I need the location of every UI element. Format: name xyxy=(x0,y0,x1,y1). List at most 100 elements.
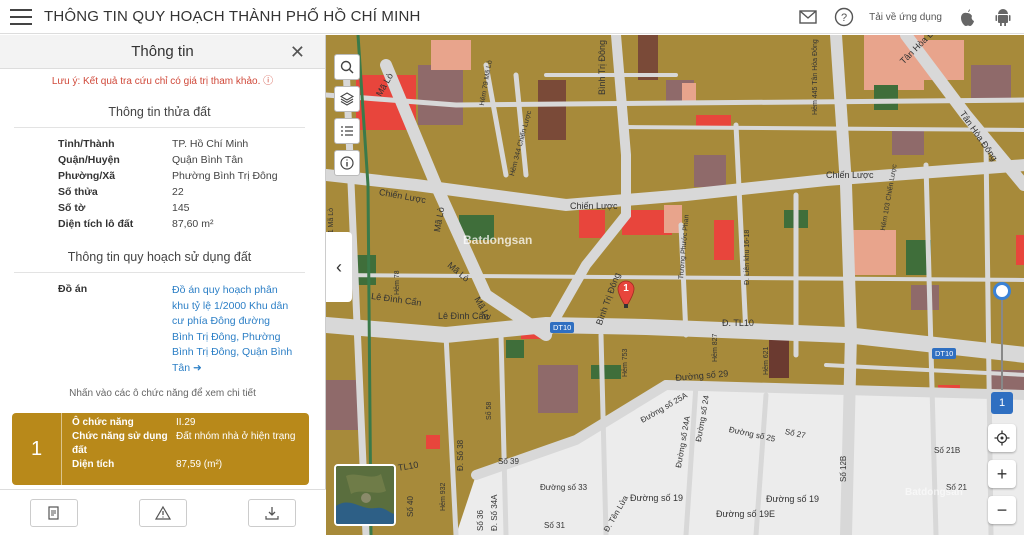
function-row: Chức năng sử dụng đất Đất nhóm nhà ở hiện… xyxy=(72,430,295,458)
zoom-out-button[interactable]: − xyxy=(988,496,1016,524)
doan-link[interactable]: Đồ án quy hoạch phân khu tỷ lệ 1/2000 Kh… xyxy=(172,283,294,376)
download-button[interactable] xyxy=(247,498,296,527)
street-label: Đường số 19E xyxy=(716,509,775,519)
planning-map[interactable]: Mã Lò Hẻm 79 Mã Lò Bình Trị Đông Hẻm 344… xyxy=(326,35,1024,535)
zoom-slider-track[interactable] xyxy=(1001,290,1003,390)
parcel-key: Số tờ xyxy=(58,202,86,214)
street-label: Hẻm 78 xyxy=(394,270,401,295)
street-label: Số 31 xyxy=(544,521,565,530)
street-label: Hẻm 932 xyxy=(440,482,447,511)
plus-icon: + xyxy=(996,463,1008,484)
app-title: THÔNG TIN QUY HOẠCH THÀNH PHỐ HỒ CHÍ MIN… xyxy=(44,8,421,25)
watermark-logo-small: Batdongsan xyxy=(905,487,963,498)
parcel-value: 87,60 m² xyxy=(172,218,214,230)
parcel-value: TP. Hồ Chí Minh xyxy=(172,138,249,150)
parcel-value: Phường Bình Trị Đông xyxy=(172,170,278,182)
crosshair-icon xyxy=(994,430,1010,446)
info-button[interactable] xyxy=(334,150,360,176)
layers-button[interactable] xyxy=(334,86,360,112)
function-row: Ô chức năng II.29 xyxy=(72,416,295,430)
street-label: Số 36 xyxy=(476,510,485,531)
street-label: Số 12B xyxy=(839,455,848,482)
chevron-left-icon: ‹ xyxy=(336,256,342,277)
doan-key: Đồ án xyxy=(58,283,88,295)
street-label: Hẻm 621 xyxy=(763,346,770,375)
parcel-section-title: Thông tin thửa đất xyxy=(14,105,305,128)
street-label: Đ. Số 34A xyxy=(490,494,499,531)
parcel-row: Phường/Xã Phường Bình Trị Đông xyxy=(58,168,325,184)
download-label: Tải về ứng dụng xyxy=(869,11,942,23)
function-key: Chức năng sử dụng đất xyxy=(72,431,168,456)
mail-icon[interactable] xyxy=(797,6,819,28)
satellite-minimap[interactable] xyxy=(334,464,396,526)
street-label: Số 39 xyxy=(498,457,519,466)
collapse-panel-button[interactable]: ‹ xyxy=(326,232,352,302)
zoom-level: 1 xyxy=(991,392,1013,414)
panel-title: Thông tin xyxy=(131,43,194,60)
info-icon xyxy=(340,156,354,170)
street-label: Bình Trị Đông xyxy=(597,39,607,95)
watermark-logo: Batdongsan xyxy=(463,233,533,247)
document-button[interactable] xyxy=(30,498,79,527)
minus-icon: − xyxy=(996,499,1008,520)
function-cell-card[interactable]: 1 Ô chức năng II.29 Chức năng sử dụng đất… xyxy=(12,413,309,485)
street-label: Đường số 19 xyxy=(766,494,819,504)
warning-icon xyxy=(154,505,171,520)
legend-button[interactable] xyxy=(334,118,360,144)
close-icon[interactable]: ✕ xyxy=(290,43,305,61)
zoom-slider-handle[interactable] xyxy=(993,282,1011,300)
street-label: Hẻm 827 xyxy=(712,333,719,362)
parcel-row: Tỉnh/Thành TP. Hồ Chí Minh xyxy=(58,136,325,152)
function-key: Ô chức năng xyxy=(72,417,134,428)
location-pin[interactable]: 1 xyxy=(616,280,636,308)
street-label: Hẻm 445 Tân Hòa Đông xyxy=(812,39,819,115)
apple-icon[interactable] xyxy=(956,6,978,28)
parcel-row: Diện tích lô đất 87,60 m² xyxy=(58,216,325,232)
street-label: Chiến Lược xyxy=(826,170,874,180)
list-icon xyxy=(341,126,353,136)
map-search-button[interactable] xyxy=(334,54,360,80)
function-value: 87,59 (m²) xyxy=(176,459,223,470)
parcel-info: Tỉnh/Thành TP. Hồ Chí Minh Quận/Huyện Quận… xyxy=(58,136,325,232)
satellite-thumbnail xyxy=(336,466,394,524)
street-label: Số 58 xyxy=(486,401,493,420)
function-row: Diện tích 87,59 (m²) xyxy=(72,458,295,472)
svg-text:?: ? xyxy=(841,12,847,24)
pin-label: 1 xyxy=(623,283,629,294)
road-badge: DT10 xyxy=(550,322,575,333)
street-label: Đường số 19 xyxy=(630,493,683,503)
street-label: Chiến Lược xyxy=(570,201,618,211)
street-label: Đ. Liên khu 16-18 xyxy=(744,229,751,285)
info-panel: Thông tin ✕ Lưu ý: Kết quả tra cứu chỉ c… xyxy=(0,35,326,535)
street-label: Đ. TL10 xyxy=(722,318,754,328)
parcel-value: 145 xyxy=(172,202,190,214)
document-icon xyxy=(48,505,59,520)
function-key: Diện tích xyxy=(72,459,115,470)
street-label: Số 21B xyxy=(934,446,961,455)
function-value: II.29 xyxy=(176,417,196,428)
function-hint: Nhấn vào các ô chức năng để xem chi tiết xyxy=(69,388,256,399)
locate-button[interactable] xyxy=(988,424,1016,452)
zoom-in-button[interactable]: + xyxy=(988,460,1016,488)
function-number: 1 xyxy=(12,413,62,485)
parcel-key: Phường/Xã xyxy=(58,170,116,182)
street-label: Đ. Số 38 xyxy=(456,439,465,471)
parcel-key: Tỉnh/Thành xyxy=(58,138,115,150)
doan-row: Đồ án Đồ án quy hoạch phân khu tỷ lệ 1/2… xyxy=(58,283,325,376)
street-label: Số 40 xyxy=(406,496,415,517)
header-actions: ? Tải về ứng dụng xyxy=(797,0,1014,34)
parcel-row: Số tờ 145 xyxy=(58,200,325,216)
top-bar: THÔNG TIN QUY HOẠCH THÀNH PHỐ HỒ CHÍ MIN… xyxy=(0,0,1024,34)
disclaimer-note: Lưu ý: Kết quả tra cứu chỉ có giá trị th… xyxy=(51,76,274,87)
street-label: Đường số 33 xyxy=(540,483,588,492)
street-label: Hẻm 753 xyxy=(622,348,629,377)
parcel-row: Quận/Huyện Quận Bình Tân xyxy=(58,152,325,168)
function-details: Ô chức năng II.29 Chức năng sử dụng đất Đấ… xyxy=(62,413,295,485)
android-icon[interactable] xyxy=(992,6,1014,28)
help-icon[interactable]: ? xyxy=(833,6,855,28)
parcel-key: Quận/Huyện xyxy=(58,154,120,166)
menu-icon[interactable] xyxy=(10,8,32,25)
panel-header: Thông tin ✕ xyxy=(0,35,325,69)
report-button[interactable] xyxy=(138,498,187,527)
parcel-key: Diện tích lô đất xyxy=(58,218,134,230)
